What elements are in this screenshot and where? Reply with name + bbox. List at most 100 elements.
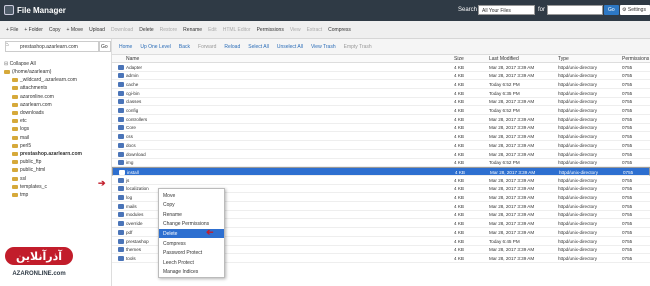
- tree-item[interactable]: downloads: [12, 110, 44, 117]
- tree-item[interactable]: tmp: [12, 192, 28, 199]
- tree-item[interactable]: public_ftp: [12, 159, 41, 166]
- tree-item-label: attachments: [20, 85, 48, 92]
- settings-button[interactable]: ⚙ Settings: [620, 5, 650, 15]
- column-header-last-modified[interactable]: Last Modified: [489, 56, 519, 62]
- tree-item[interactable]: (/home/azarlearn): [4, 69, 51, 76]
- column-header-name[interactable]: Name: [126, 56, 139, 62]
- context-leech-protect-item[interactable]: Leech Protect: [159, 258, 224, 267]
- tree-item[interactable]: public_html: [12, 167, 45, 174]
- cell-type: httpd/unix-directory: [558, 116, 598, 122]
- context-rename-item[interactable]: Rename: [159, 210, 224, 219]
- nav-up-one-level-button[interactable]: Up One Level: [136, 44, 175, 50]
- settings-label: Settings: [627, 7, 646, 13]
- collapse-all-link[interactable]: ⊟ Collapse All: [4, 61, 36, 67]
- cell-name: Adapter: [126, 64, 143, 70]
- cell-last-modified: Mar 28, 2017 3:39 AM: [489, 177, 535, 183]
- path-go-button[interactable]: Go: [99, 41, 111, 52]
- table-row[interactable]: install 4 KB Mar 28, 2017 3:39 AM httpd/uni…: [112, 167, 650, 176]
- cell-name: cgi-bin: [126, 90, 140, 96]
- tree-item[interactable]: ssl: [12, 176, 26, 183]
- nav-view-trash-button[interactable]: View Trash: [307, 44, 340, 50]
- context-change-permissions-item[interactable]: Change Permissions: [159, 220, 224, 229]
- toolbar-move-button[interactable]: + Move: [64, 23, 87, 37]
- cell-permissions: 0755: [622, 203, 633, 209]
- nav-back-button[interactable]: Back: [175, 44, 194, 50]
- toolbar-permissions-button[interactable]: Permissions: [254, 23, 287, 37]
- table-row[interactable]: download 4 KB Mar 28, 2017 3:39 AM httpd/un…: [112, 150, 650, 159]
- app-title: File Manager: [17, 6, 66, 15]
- toolbar-download-button[interactable]: Download: [108, 23, 136, 37]
- cell-permissions: 0755: [622, 221, 633, 227]
- tree-item-label: tmp: [20, 192, 29, 198]
- toolbar-folder-button[interactable]: + Folder: [21, 23, 45, 37]
- folder-icon: [12, 78, 18, 83]
- nav-empty-trash-button[interactable]: Empty Trash: [340, 44, 376, 50]
- toolbar-view-button[interactable]: View: [287, 23, 304, 37]
- context-delete-item[interactable]: Delete: [159, 229, 224, 238]
- tree-item[interactable]: prestashop.azarlearn.com: [12, 151, 82, 158]
- column-header-type[interactable]: Type: [558, 56, 569, 62]
- nav-home-button[interactable]: Home: [115, 44, 136, 50]
- cell-permissions: 0755: [622, 125, 633, 131]
- path-input[interactable]: prestashop.azarlearn.com: [5, 41, 99, 52]
- tree-item[interactable]: attachments: [12, 85, 47, 92]
- search-go-button[interactable]: Go: [604, 5, 619, 15]
- cell-type: httpd/unix-directory: [558, 108, 598, 113]
- cell-permissions: 0755: [622, 195, 633, 200]
- table-row[interactable]: js 4 KB Mar 28, 2017 3:39 AM httpd/unix-dir…: [112, 176, 650, 185]
- toolbar-copy-button[interactable]: Copy: [46, 23, 64, 37]
- table-row[interactable]: docs 4 KB Mar 28, 2017 3:39 AM httpd/unix-d…: [112, 141, 650, 150]
- folder-icon: [118, 64, 124, 70]
- table-row[interactable]: css 4 KB Mar 28, 2017 3:39 AM httpd/unix-di…: [112, 133, 650, 142]
- table-row[interactable]: admin 4 KB Mar 28, 2017 3:39 AM httpd/unix-…: [112, 72, 650, 81]
- toolbar-edit-button[interactable]: Edit: [205, 23, 220, 37]
- nav-reload-button[interactable]: Reload: [220, 44, 244, 50]
- cell-type: httpd/unix-directory: [558, 134, 598, 140]
- folder-icon: [118, 90, 124, 96]
- table-row[interactable]: cache 4 KB Today 6:52 PM httpd/unix-directo…: [112, 80, 650, 89]
- toolbar-html-editor-button[interactable]: HTML Editor: [220, 23, 254, 37]
- table-row[interactable]: Adapter 4 KB Mar 28, 2017 3:39 AM httpd/uni…: [112, 63, 650, 72]
- column-header-permissions[interactable]: Permissions: [622, 56, 649, 62]
- table-row[interactable]: classes 4 KB Mar 28, 2017 3:39 AM httpd/uni…: [112, 98, 650, 107]
- toolbar-rename-button[interactable]: Rename: [180, 23, 205, 37]
- column-header-size[interactable]: Size: [454, 56, 464, 62]
- table-row[interactable]: config 4 KB Today 6:52 PM httpd/unix-direct…: [112, 107, 650, 115]
- search-input[interactable]: [547, 5, 603, 15]
- context-password-protect-item[interactable]: Password Protect: [159, 249, 224, 258]
- toolbar-restore-button[interactable]: Restore: [157, 23, 181, 37]
- toolbar-file-button[interactable]: + File: [3, 23, 21, 37]
- table-row[interactable]: Core 4 KB Mar 28, 2017 3:39 AM httpd/unix-d…: [112, 124, 650, 133]
- cell-permissions: 0755: [622, 160, 633, 166]
- toolbar-upload-button[interactable]: Upload: [86, 23, 108, 37]
- tree-item[interactable]: mail: [12, 135, 29, 142]
- tree-item[interactable]: logs: [12, 126, 29, 133]
- toolbar-delete-button[interactable]: Delete: [136, 23, 156, 37]
- nav-forward-button[interactable]: Forward: [194, 44, 220, 50]
- cell-size: 4 KB: [454, 203, 464, 209]
- context-move-item[interactable]: Move: [159, 191, 224, 200]
- tree-item[interactable]: _wildcard_.azarlearn.com: [12, 77, 77, 84]
- table-row[interactable]: cgi-bin 4 KB Today 6:35 PM httpd/unix-direc…: [112, 89, 650, 98]
- tree-item[interactable]: perl5: [12, 143, 31, 150]
- tree-item[interactable]: etc: [12, 118, 27, 125]
- table-row[interactable]: img 4 KB Today 6:52 PM httpd/unix-directory…: [112, 159, 650, 168]
- folder-icon: [119, 169, 125, 175]
- toolbar-compress-button[interactable]: Compress: [325, 23, 354, 37]
- tree-item[interactable]: azaronline.com: [12, 94, 54, 101]
- context-manage-indices-item[interactable]: Manage Indices: [159, 268, 224, 277]
- context-compress-item[interactable]: Compress: [159, 239, 224, 248]
- tree-item[interactable]: templates_c: [12, 184, 47, 191]
- table-row[interactable]: controllers 4 KB Mar 28, 2017 3:39 AM httpd…: [112, 115, 650, 124]
- nav-select-all-button[interactable]: Select All: [244, 44, 273, 50]
- cell-size: 4 KB: [454, 151, 464, 157]
- cell-last-modified: Mar 28, 2017 3:39 AM: [489, 212, 535, 218]
- nav-unselect-all-button[interactable]: Unselect All: [273, 44, 307, 50]
- context-copy-item[interactable]: Copy: [159, 201, 224, 210]
- tree-item[interactable]: azarlearn.com: [12, 102, 52, 109]
- toolbar-extract-button[interactable]: Extract: [304, 23, 326, 37]
- cell-type: httpd/unix-directory: [558, 160, 598, 166]
- search-scope-select[interactable]: All Your Files: [478, 5, 535, 15]
- folder-icon: [12, 111, 18, 115]
- cell-permissions: 0755: [622, 81, 633, 87]
